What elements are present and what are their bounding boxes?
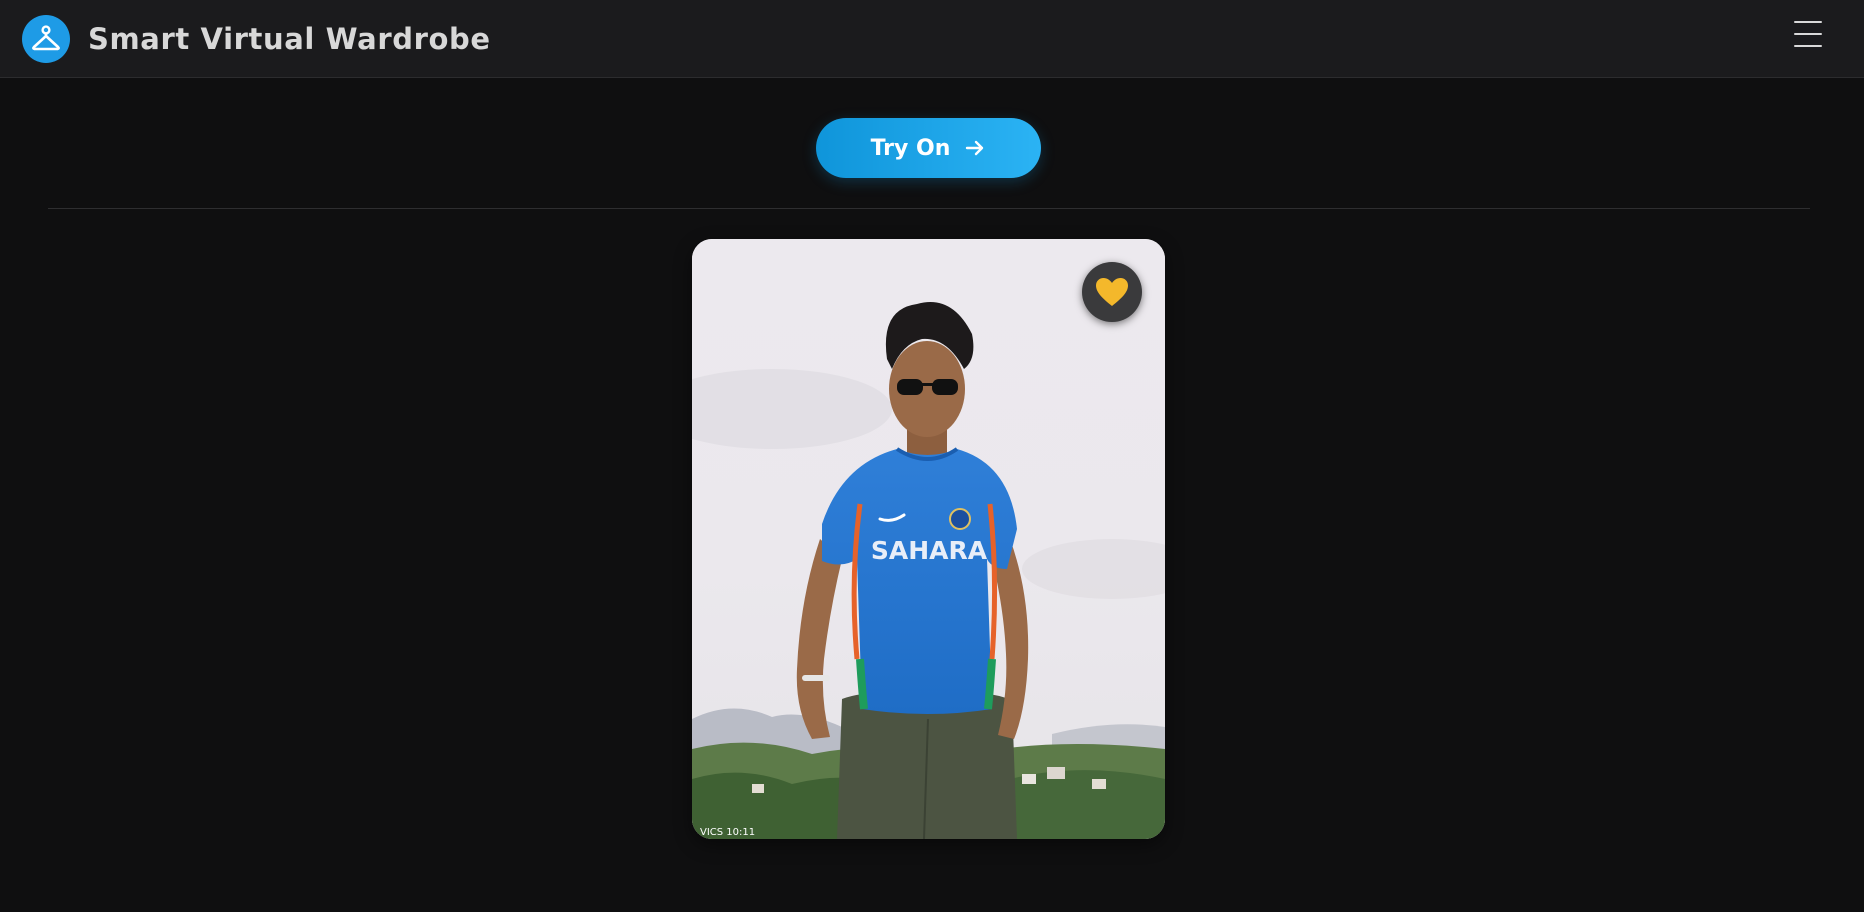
corner-text: VICS 10:11 bbox=[700, 827, 755, 838]
hamburger-menu-icon[interactable] bbox=[1794, 18, 1826, 50]
favorite-button[interactable] bbox=[1082, 262, 1142, 322]
photo-card[interactable]: SAHARA VICS 10:11 bbox=[692, 239, 1165, 839]
try-on-label: Try On bbox=[870, 135, 951, 161]
top-bar: Smart Virtual Wardrobe bbox=[0, 0, 1864, 78]
hanger-icon bbox=[22, 14, 70, 63]
arrow-right-icon bbox=[966, 140, 984, 156]
jersey-text: SAHARA bbox=[871, 536, 988, 565]
brand[interactable]: Smart Virtual Wardrobe bbox=[22, 14, 491, 63]
app-title: Smart Virtual Wardrobe bbox=[88, 21, 491, 56]
person-photo: SAHARA VICS 10:11 bbox=[692, 239, 1165, 839]
try-on-button[interactable]: Try On bbox=[816, 118, 1041, 178]
divider bbox=[48, 208, 1810, 209]
heart-icon bbox=[1096, 278, 1128, 306]
